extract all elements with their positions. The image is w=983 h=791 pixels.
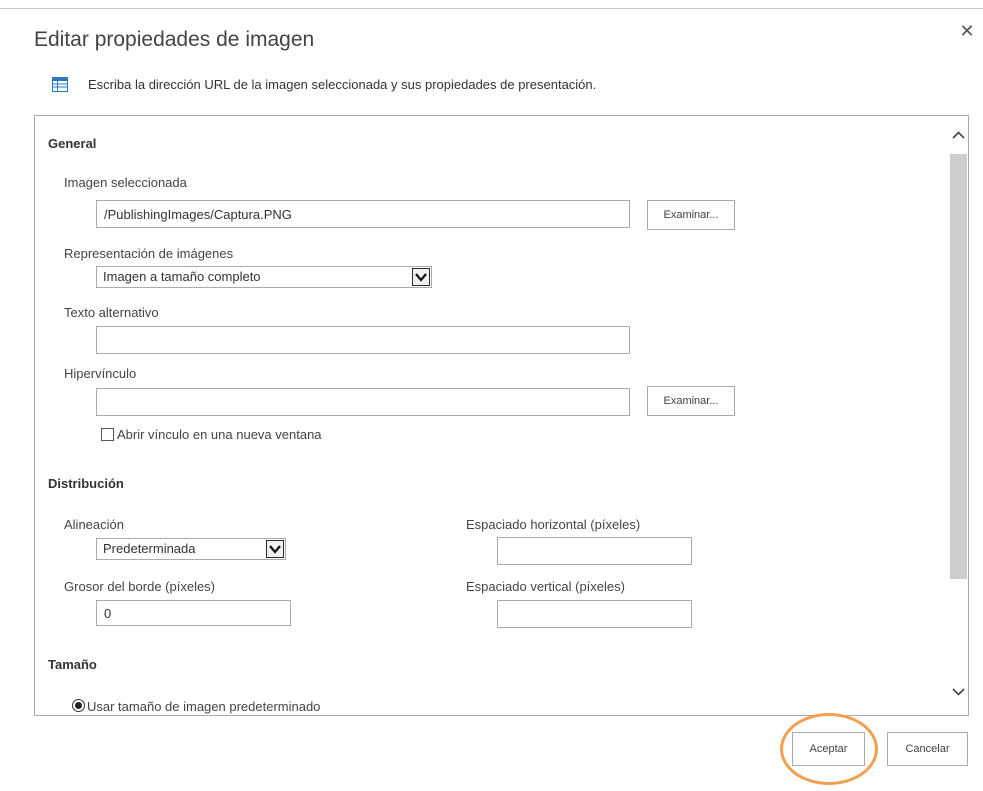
close-icon[interactable]: ✕ bbox=[957, 21, 977, 41]
chevron-down-icon[interactable] bbox=[412, 268, 430, 286]
new-window-checkbox[interactable] bbox=[101, 428, 114, 441]
hyperlink-label: Hipervínculo bbox=[64, 366, 137, 381]
default-size-radio[interactable] bbox=[72, 699, 85, 712]
alt-text-input[interactable] bbox=[96, 326, 630, 354]
scrollbar-thumb[interactable] bbox=[950, 154, 967, 579]
properties-panel: General Imagen seleccionada Examinar... … bbox=[34, 115, 969, 716]
browse-image-button[interactable]: Examinar... bbox=[647, 200, 735, 230]
horizontal-spacing-input[interactable] bbox=[497, 537, 692, 565]
section-layout-heading: Distribución bbox=[48, 476, 124, 491]
dialog-title: Editar propiedades de imagen bbox=[34, 28, 315, 51]
rendition-select[interactable]: Imagen a tamaño completo bbox=[96, 266, 432, 288]
chevron-down-icon[interactable] bbox=[266, 540, 284, 558]
chevron-up-icon[interactable] bbox=[951, 128, 966, 143]
vertical-spacing-input[interactable] bbox=[497, 600, 692, 628]
horizontal-spacing-label: Espaciado horizontal (píxeles) bbox=[466, 517, 641, 532]
browse-link-button[interactable]: Examinar... bbox=[647, 386, 735, 416]
rendition-label: Representación de imágenes bbox=[64, 246, 234, 261]
alignment-selected-value: Predeterminada bbox=[103, 541, 196, 556]
chevron-down-icon[interactable] bbox=[951, 684, 966, 699]
alignment-select[interactable]: Predeterminada bbox=[96, 538, 286, 560]
vertical-spacing-label: Espaciado vertical (píxeles) bbox=[466, 579, 625, 594]
scrollbar[interactable] bbox=[949, 116, 968, 715]
selected-image-input[interactable] bbox=[96, 200, 630, 228]
ok-button[interactable]: Aceptar bbox=[792, 732, 865, 766]
top-divider bbox=[0, 8, 983, 9]
new-window-label: Abrir vínculo en una nueva ventana bbox=[117, 427, 322, 442]
selected-image-label: Imagen seleccionada bbox=[64, 175, 187, 190]
rendition-selected-value: Imagen a tamaño completo bbox=[103, 269, 261, 284]
default-size-label: Usar tamaño de imagen predeterminado bbox=[87, 699, 321, 714]
table-icon bbox=[52, 77, 68, 92]
hyperlink-input[interactable] bbox=[96, 388, 630, 416]
section-general-heading: General bbox=[48, 136, 97, 151]
dialog-description: Escriba la dirección URL de la imagen se… bbox=[88, 77, 597, 92]
alignment-label: Alineación bbox=[64, 517, 124, 532]
section-size-heading: Tamaño bbox=[48, 657, 97, 672]
cancel-button[interactable]: Cancelar bbox=[887, 732, 968, 766]
border-thickness-label: Grosor del borde (píxeles) bbox=[64, 579, 216, 594]
border-thickness-input[interactable] bbox=[96, 600, 291, 626]
alt-text-label: Texto alternativo bbox=[64, 305, 159, 320]
